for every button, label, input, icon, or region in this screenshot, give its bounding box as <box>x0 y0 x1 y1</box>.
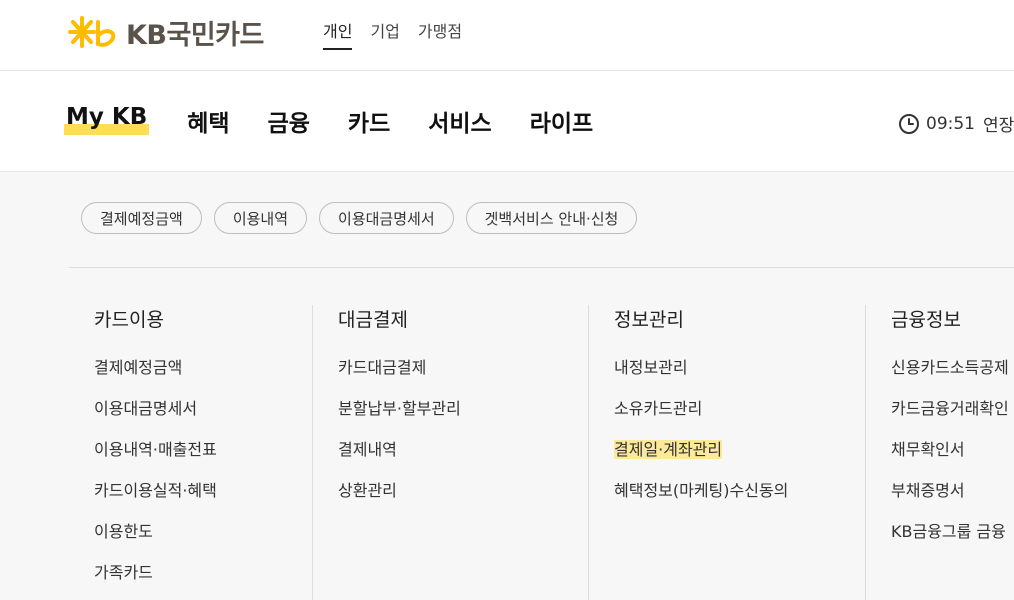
column-separator <box>588 305 589 600</box>
menu-link[interactable]: 혜택정보(마케팅)수신동의 <box>614 477 788 518</box>
column-title: 금융정보 <box>891 309 961 331</box>
divider <box>69 267 1014 268</box>
quick-link-getback-service[interactable]: 겟백서비스 안내·신청 <box>465 202 638 234</box>
menu-columns: 카드이용 결제예정금액 이용대금명세서 이용내역·매출전표 카드이용실적·혜택 … <box>0 305 1014 600</box>
clock-icon <box>899 113 919 134</box>
column-separator <box>865 305 866 600</box>
menu-link[interactable]: 부채증명서 <box>891 477 1009 518</box>
menu-column-card-usage: 카드이용 결제예정금액 이용대금명세서 이용내역·매출전표 카드이용실적·혜택 … <box>94 305 217 600</box>
kb-star-logo-icon <box>68 16 116 48</box>
menu-link[interactable]: 카드금융거래확인 <box>891 395 1009 436</box>
menu-link[interactable]: 상환관리 <box>338 477 461 518</box>
menu-link[interactable]: 카드이용실적·혜택 <box>94 477 217 518</box>
menu-link[interactable]: 내정보관리 <box>614 354 788 395</box>
top-bar: KB국민카드 개인 기업 가맹점 <box>0 0 1014 71</box>
quick-link-usage-history[interactable]: 이용내역 <box>213 202 308 234</box>
session-timer: 09:51 연장 <box>898 111 1014 136</box>
menu-link[interactable]: 이용한도 <box>94 518 217 559</box>
menu-link[interactable]: 분할납부·할부관리 <box>338 395 461 436</box>
nav-benefits[interactable]: 혜택 <box>187 104 229 138</box>
menu-link[interactable]: 신용카드소득공제 <box>891 354 1009 395</box>
menu-link[interactable]: 소유카드관리 <box>614 395 788 436</box>
menu-column-financial-info: 금융정보 신용카드소득공제 카드금융거래확인 채무확인서 부채증명서 KB금융그… <box>891 305 1009 559</box>
menu-link[interactable]: 채무확인서 <box>891 436 1009 477</box>
nav-label: 금융 <box>267 111 310 137</box>
customer-segment-tabs: 개인 기업 가맹점 <box>323 18 462 50</box>
nav-finance[interactable]: 금융 <box>268 104 310 138</box>
nav-my-kb[interactable]: My KB <box>64 104 150 138</box>
segment-tab-personal[interactable]: 개인 <box>323 18 353 50</box>
nav-label: 라이프 <box>529 111 594 137</box>
segment-tab-business[interactable]: 기업 <box>370 18 399 50</box>
menu-link[interactable]: KB금융그룹 금융 <box>891 518 1009 559</box>
nav-card[interactable]: 카드 <box>348 104 390 138</box>
menu-column-info-management: 정보관리 내정보관리 소유카드관리 결제일·계좌관리 혜택정보(마케팅)수신동의 <box>614 305 788 518</box>
nav-label: 카드 <box>347 111 391 137</box>
column-title: 카드이용 <box>94 309 164 331</box>
menu-link[interactable]: 이용내역·매출전표 <box>94 436 217 477</box>
quick-links: 결제예정금액 이용내역 이용대금명세서 겟백서비스 안내·신청 <box>81 202 638 234</box>
session-time: 09:51 <box>926 113 975 134</box>
menu-link[interactable]: 결제내역 <box>338 436 461 477</box>
nav-label: 혜택 <box>187 111 230 137</box>
column-title: 정보관리 <box>614 309 684 331</box>
menu-link[interactable]: 카드대금결제 <box>338 354 461 395</box>
quick-link-payment-due[interactable]: 결제예정금액 <box>81 202 202 234</box>
nav-label: My KB <box>66 104 148 130</box>
segment-tab-merchant[interactable]: 가맹점 <box>418 18 462 50</box>
nav-label: 서비스 <box>428 111 492 137</box>
menu-link[interactable]: 결제예정금액 <box>94 354 217 395</box>
main-navigation: My KB 혜택 금융 카드 서비스 라이프 <box>0 71 1014 172</box>
session-extend-button[interactable]: 연장 <box>983 111 1014 136</box>
quick-link-statement[interactable]: 이용대금명세서 <box>319 202 454 234</box>
nav-service[interactable]: 서비스 <box>428 104 491 138</box>
menu-link-highlighted[interactable]: 결제일·계좌관리 <box>614 436 788 477</box>
brand-name: KB국민카드 <box>126 19 264 51</box>
kb-logo[interactable]: KB국민카드 <box>68 14 264 51</box>
mykb-mega-menu: 결제예정금액 이용내역 이용대금명세서 겟백서비스 안내·신청 카드이용 결제예… <box>0 172 1014 600</box>
column-separator <box>312 305 313 600</box>
menu-link[interactable]: 가족카드 <box>94 559 217 600</box>
menu-column-payment: 대금결제 카드대금결제 분할납부·할부관리 결제내역 상환관리 <box>338 305 461 518</box>
column-title: 대금결제 <box>338 309 408 331</box>
menu-link[interactable]: 이용대금명세서 <box>94 395 217 436</box>
nav-life[interactable]: 라이프 <box>530 104 593 138</box>
highlighted-label: 결제일·계좌관리 <box>614 440 723 459</box>
